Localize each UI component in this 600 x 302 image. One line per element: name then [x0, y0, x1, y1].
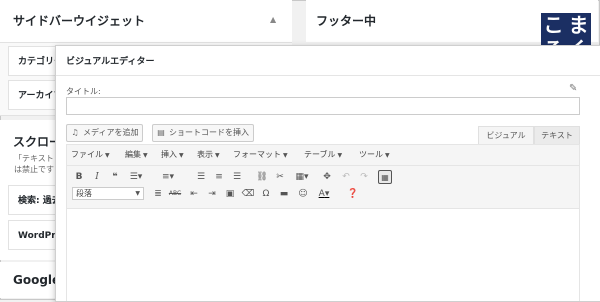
undo-icon[interactable]: ↶	[339, 170, 353, 184]
google-section-title: Google	[13, 273, 61, 287]
visual-editor-title: ビジュアルエディター	[66, 57, 155, 67]
menu-edit[interactable]: 編集 ▼	[125, 145, 148, 165]
help-icon[interactable]: ❓	[346, 187, 360, 201]
editor-content-area[interactable]	[67, 209, 579, 301]
menu-tools[interactable]: ツール ▼	[359, 145, 390, 165]
align-left-icon[interactable]: ☰	[194, 170, 208, 184]
format-select[interactable]: 段落 ▼	[72, 187, 144, 200]
italic-icon[interactable]: I	[90, 170, 104, 184]
add-media-button[interactable]: ♫ メディアを追加	[66, 124, 144, 142]
menu-file[interactable]: ファイル ▼	[71, 145, 110, 165]
toolbar-toggle-icon[interactable]: ▦	[378, 170, 392, 184]
strikethrough-icon[interactable]: ABC	[168, 187, 182, 201]
editor-toolbar: B I ❝ ☰▾ ≡▾ ☰ ≡ ☰ ⛓ ✂ ▦▾ ✥ ↶ ↷ ▦ 段落 ▼ ≣ A…	[67, 166, 579, 209]
paste-text-icon[interactable]: ▣	[223, 187, 237, 201]
link-icon[interactable]: ⛓	[255, 170, 269, 184]
insert-shortcode-button[interactable]: ▤ ショートコードを挿入	[152, 124, 254, 142]
table-icon[interactable]: ▦▾	[292, 170, 312, 184]
scroll-section-desc-2: は禁止です	[14, 165, 54, 174]
unlink-icon[interactable]: ✂	[273, 170, 287, 184]
logo-char: こ	[543, 13, 564, 37]
blockquote-icon[interactable]: ❝	[108, 170, 122, 184]
clear-formatting-icon[interactable]: ⌫	[241, 187, 255, 201]
menu-format[interactable]: フォーマット ▼	[233, 145, 288, 165]
emoticon-icon[interactable]: ☺	[296, 187, 310, 201]
tab-visual[interactable]: ビジュアル	[478, 126, 534, 144]
insert-shortcode-label: ショートコードを挿入	[169, 128, 249, 137]
scroll-section-desc-1: 「テキスト	[14, 154, 54, 163]
bold-icon[interactable]: B	[72, 170, 86, 184]
menu-view[interactable]: 表示 ▼	[197, 145, 220, 165]
redo-icon[interactable]: ↷	[357, 170, 371, 184]
numbered-list-icon[interactable]: ≡▾	[158, 170, 178, 184]
fullscreen-icon[interactable]: ✥	[320, 170, 334, 184]
rich-text-editor: ファイル ▼ 編集 ▼ 挿入 ▼ 表示 ▼ フォーマット ▼ テーブル ▼ ツール ▼ B I…	[66, 144, 580, 301]
tab-text[interactable]: テキスト	[534, 126, 580, 144]
menu-insert[interactable]: 挿入 ▼	[161, 145, 184, 165]
add-media-label: メディアを追加	[83, 128, 139, 137]
sidebar-widget-area-title: サイドバーウイジェット	[13, 14, 146, 28]
footer-widget-area-title: フッター中	[316, 14, 377, 28]
align-center-icon[interactable]: ≡	[212, 170, 226, 184]
bullet-list-icon[interactable]: ☰▾	[126, 170, 146, 184]
omega-icon[interactable]: Ω	[259, 187, 273, 201]
read-more-icon[interactable]: ▬	[277, 187, 291, 201]
text-color-icon[interactable]: A▾	[314, 187, 334, 201]
title-input[interactable]	[66, 97, 580, 115]
outdent-icon[interactable]: ⇤	[187, 187, 201, 201]
sidebar-widget-area: サイドバーウイジェット ▲	[0, 0, 292, 42]
title-field-label: タイトル:	[66, 87, 101, 96]
horizontal-rule-icon[interactable]: ≣	[151, 187, 165, 201]
media-icon: ♫	[71, 128, 79, 137]
pin-icon[interactable]: ✎	[569, 83, 577, 94]
collapse-arrow-icon[interactable]: ▲	[270, 15, 276, 24]
shortcode-icon: ▤	[157, 128, 165, 137]
menu-table[interactable]: テーブル ▼	[304, 145, 342, 165]
logo-char: ま	[568, 13, 589, 37]
editor-menubar: ファイル ▼ 編集 ▼ 挿入 ▼ 表示 ▼ フォーマット ▼ テーブル ▼ ツール ▼	[67, 145, 579, 166]
divider	[56, 75, 600, 76]
indent-icon[interactable]: ⇥	[205, 187, 219, 201]
align-right-icon[interactable]: ☰	[230, 170, 244, 184]
visual-editor-widget: ビジュアルエディター タイトル: ✎ ♫ メディアを追加 ▤ ショートコードを挿…	[55, 45, 600, 302]
